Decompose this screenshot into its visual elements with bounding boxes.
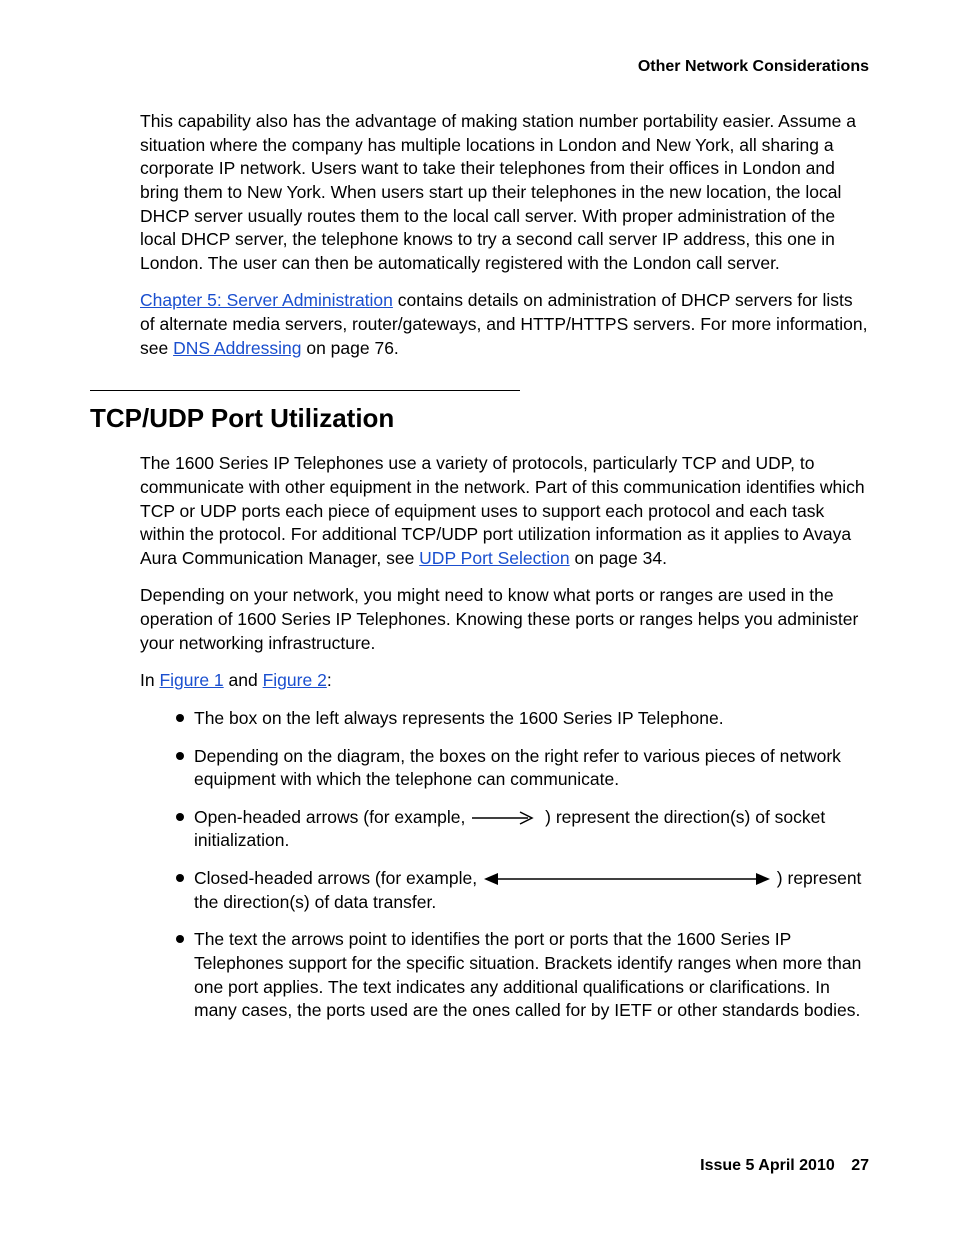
list-item: Depending on the diagram, the boxes on t…: [176, 745, 869, 792]
list-item: The box on the left always represents th…: [176, 707, 869, 731]
text-span: Closed-headed arrows (for example,: [194, 868, 482, 888]
link-chapter-5[interactable]: Chapter 5: Server Administration: [140, 290, 393, 310]
link-dns-addressing[interactable]: DNS Addressing: [173, 338, 301, 358]
link-figure-2[interactable]: Figure 2: [263, 670, 327, 690]
text-span: on page 76.: [301, 338, 398, 358]
page: Other Network Considerations This capabi…: [0, 0, 954, 1235]
body-area: This capability also has the advantage o…: [90, 110, 869, 1037]
section-body: The 1600 Series IP Telephones use a vari…: [140, 452, 869, 1023]
closed-arrow-icon: [482, 872, 772, 886]
paragraph-ports-ranges: Depending on your network, you might nee…: [140, 584, 869, 655]
paragraph-figure-lead: In Figure 1 and Figure 2:: [140, 669, 869, 693]
page-footer: Issue 5 April 2010 27: [700, 1157, 869, 1175]
paragraph-protocols: The 1600 Series IP Telephones use a vari…: [140, 452, 869, 570]
paragraph-portability: This capability also has the advantage o…: [140, 110, 869, 275]
text-span: Open-headed arrows (for example,: [194, 807, 470, 827]
running-header: Other Network Considerations: [638, 58, 869, 76]
section-title: TCP/UDP Port Utilization: [90, 403, 869, 434]
list-item: The text the arrows point to identifies …: [176, 928, 869, 1023]
text-span: :: [327, 670, 332, 690]
link-udp-port-selection[interactable]: UDP Port Selection: [419, 548, 569, 568]
intro-block: This capability also has the advantage o…: [140, 110, 869, 360]
text-span: and: [224, 670, 263, 690]
footer-issue: Issue 5 April 2010: [700, 1157, 835, 1174]
bullet-list: The box on the left always represents th…: [176, 707, 869, 1023]
section-divider: [90, 390, 520, 391]
list-item: Open-headed arrows (for example, ) repre…: [176, 806, 869, 853]
paragraph-see-also: Chapter 5: Server Administration contain…: [140, 289, 869, 360]
list-item: Closed-headed arrows (for example, ) rep…: [176, 867, 869, 914]
text-span: In: [140, 670, 159, 690]
footer-page-number: 27: [851, 1157, 869, 1174]
text-span: on page 34.: [570, 548, 667, 568]
link-figure-1[interactable]: Figure 1: [159, 670, 223, 690]
open-arrow-icon: [470, 811, 540, 825]
